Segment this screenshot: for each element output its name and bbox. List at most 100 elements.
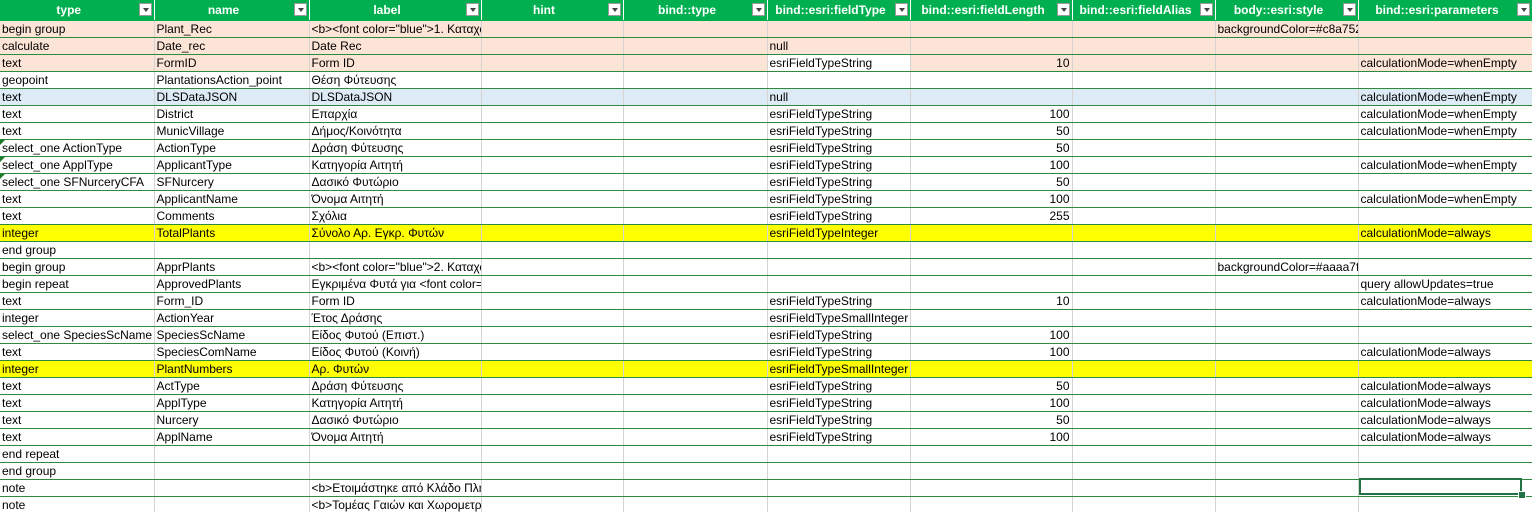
cell[interactable]: calculationMode=whenEmpty xyxy=(1358,88,1532,106)
column-header[interactable]: label xyxy=(309,0,482,21)
cell[interactable] xyxy=(481,394,624,412)
column-header[interactable]: bind::esri:parameters xyxy=(1358,0,1532,21)
cell[interactable] xyxy=(1072,190,1216,208)
cell[interactable]: 10 xyxy=(910,54,1073,72)
cell[interactable] xyxy=(481,309,624,327)
cell[interactable] xyxy=(481,37,624,55)
cell[interactable]: text xyxy=(0,428,155,446)
cell[interactable] xyxy=(1358,258,1532,276)
cell[interactable]: Plant_Rec xyxy=(154,20,310,38)
cell[interactable] xyxy=(1358,462,1532,480)
cell[interactable]: integer xyxy=(0,224,155,242)
cell[interactable]: text xyxy=(0,377,155,395)
cell[interactable] xyxy=(481,207,624,225)
cell[interactable] xyxy=(1215,224,1359,242)
cell[interactable] xyxy=(1072,462,1216,480)
cell[interactable]: FormID xyxy=(154,54,310,72)
cell[interactable] xyxy=(481,343,624,361)
cell[interactable]: esriFieldTypeString xyxy=(767,54,911,72)
cell[interactable]: Εγκριμένα Φυτά για <font color="red"> ${… xyxy=(309,275,482,293)
cell[interactable]: ActType xyxy=(154,377,310,395)
cell[interactable] xyxy=(481,71,624,89)
cell[interactable]: Είδος Φυτού (Επιστ.) xyxy=(309,326,482,344)
cell[interactable] xyxy=(481,462,624,480)
cell[interactable] xyxy=(1072,445,1216,463)
cell[interactable] xyxy=(1215,360,1359,378)
cell[interactable]: ApplicantName xyxy=(154,190,310,208)
cell[interactable] xyxy=(1072,156,1216,174)
cell[interactable] xyxy=(623,139,768,157)
cell[interactable]: esriFieldTypeString xyxy=(767,190,911,208)
cell[interactable] xyxy=(1215,122,1359,140)
cell[interactable] xyxy=(623,428,768,446)
cell[interactable] xyxy=(1215,207,1359,225)
cell[interactable] xyxy=(481,377,624,395)
cell[interactable] xyxy=(767,496,911,512)
cell[interactable] xyxy=(1358,445,1532,463)
cell[interactable]: select_one SFNurceryCFA xyxy=(0,173,155,191)
cell[interactable] xyxy=(910,88,1073,106)
cell[interactable] xyxy=(767,241,911,259)
cell[interactable]: end repeat xyxy=(0,445,155,463)
cell[interactable]: calculationMode=whenEmpty xyxy=(1358,54,1532,72)
cell[interactable]: Είδος Φυτού (Κοινή) xyxy=(309,343,482,361)
cell[interactable]: Όνομα Αιτητή xyxy=(309,190,482,208)
cell[interactable]: Date Rec xyxy=(309,37,482,55)
cell[interactable]: text xyxy=(0,207,155,225)
cell[interactable] xyxy=(910,71,1073,89)
cell[interactable] xyxy=(1358,71,1532,89)
cell[interactable] xyxy=(1215,275,1359,293)
cell[interactable]: esriFieldTypeInteger xyxy=(767,224,911,242)
cell[interactable]: null xyxy=(767,37,911,55)
cell[interactable]: Date_rec xyxy=(154,37,310,55)
cell[interactable]: Comments xyxy=(154,207,310,225)
cell[interactable] xyxy=(309,241,482,259)
cell[interactable]: esriFieldTypeString xyxy=(767,326,911,344)
filter-dropdown-icon[interactable] xyxy=(1516,3,1530,16)
cell[interactable] xyxy=(623,394,768,412)
cell[interactable]: calculationMode=whenEmpty xyxy=(1358,122,1532,140)
cell[interactable]: 50 xyxy=(910,173,1073,191)
cell[interactable] xyxy=(1072,258,1216,276)
cell[interactable]: ApprPlants xyxy=(154,258,310,276)
cell[interactable]: integer xyxy=(0,309,155,327)
cell[interactable]: Σύνολο Αρ. Εγκρ. Φυτών xyxy=(309,224,482,242)
cell[interactable] xyxy=(309,462,482,480)
cell[interactable] xyxy=(154,462,310,480)
filter-dropdown-icon[interactable] xyxy=(1199,3,1213,16)
cell[interactable]: District xyxy=(154,105,310,123)
cell[interactable] xyxy=(1072,88,1216,106)
cell[interactable]: Δήμος/Κοινότητα xyxy=(309,122,482,140)
cell[interactable]: 100 xyxy=(910,394,1073,412)
cell[interactable] xyxy=(1072,309,1216,327)
cell[interactable]: SFNurcery xyxy=(154,173,310,191)
cell[interactable] xyxy=(623,326,768,344)
cell[interactable]: 10 xyxy=(910,292,1073,310)
cell[interactable]: esriFieldTypeString xyxy=(767,122,911,140)
cell[interactable]: esriFieldTypeString xyxy=(767,411,911,429)
cell[interactable] xyxy=(767,479,911,497)
cell[interactable] xyxy=(623,258,768,276)
cell[interactable]: 50 xyxy=(910,411,1073,429)
cell[interactable] xyxy=(1215,54,1359,72)
cell[interactable] xyxy=(1215,156,1359,174)
cell[interactable]: DLSDataJSON xyxy=(154,88,310,106)
cell[interactable] xyxy=(1358,496,1532,512)
cell[interactable]: query allowUpdates=true xyxy=(1358,275,1532,293)
cell[interactable]: calculationMode=whenEmpty xyxy=(1358,190,1532,208)
cell[interactable] xyxy=(1215,479,1359,497)
cell[interactable] xyxy=(154,496,310,512)
cell[interactable] xyxy=(1215,71,1359,89)
cell[interactable] xyxy=(623,37,768,55)
cell[interactable] xyxy=(910,241,1073,259)
cell[interactable]: <b>Τομέας Γαιών και Χωρομετρίας, Τμήμα Δ… xyxy=(309,496,482,512)
cell[interactable] xyxy=(1358,37,1532,55)
cell[interactable]: Form ID xyxy=(309,292,482,310)
cell[interactable] xyxy=(1072,54,1216,72)
column-header[interactable]: hint xyxy=(481,0,624,21)
cell[interactable] xyxy=(623,309,768,327)
cell[interactable] xyxy=(481,292,624,310)
cell[interactable]: begin repeat xyxy=(0,275,155,293)
cell[interactable] xyxy=(1072,360,1216,378)
cell[interactable]: note xyxy=(0,496,155,512)
